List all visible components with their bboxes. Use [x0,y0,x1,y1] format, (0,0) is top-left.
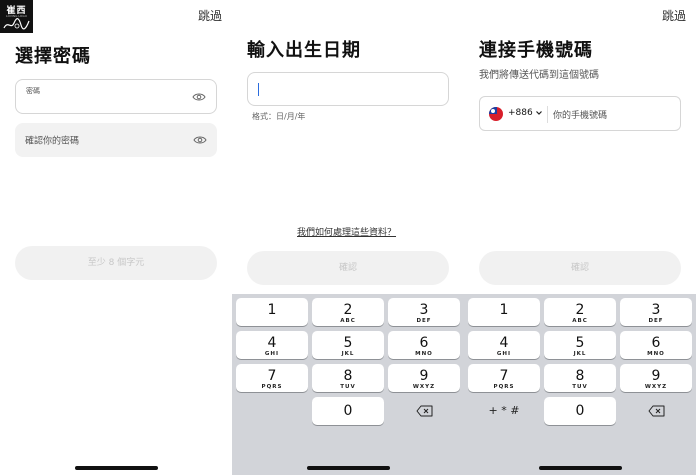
key-9[interactable]: 9 WXYZ [388,364,460,392]
page-subtitle: 我們將傳送代碼到這個號碼 [479,70,599,81]
taiwan-flag-icon[interactable] [489,107,503,121]
key-5[interactable]: 5 JKL [544,331,616,359]
text-cursor [258,83,259,96]
key-8[interactable]: 8 TUV [544,364,616,392]
key-1[interactable]: 1 [236,298,308,326]
app-logo: 崔西 LOVING LOGO [0,0,33,33]
key-5[interactable]: 5 JKL [312,331,384,359]
skip-button[interactable]: 跳過 [662,7,686,24]
key-0[interactable]: 0 [544,397,616,425]
key-3[interactable]: 3 DEF [620,298,692,326]
confirm-password-placeholder: 確認你的密碼 [25,136,80,147]
choose-password-screen: 崔西 LOVING LOGO 跳過 選擇密碼 密碼 確認你的密碼 至少 8 個字… [0,0,232,475]
key-2[interactable]: 2 ABC [544,298,616,326]
birthdate-screen: 輸入出生日期 格式：日/月/年 我們如何處理這些資料？ 確認 1 2 ABC 3D… [232,0,464,475]
page-title: 連接手機號碼 [479,40,593,61]
key-8[interactable]: 8 TUV [312,364,384,392]
key-6[interactable]: 6 MNO [620,331,692,359]
key-2[interactable]: 2 ABC [312,298,384,326]
backspace-icon[interactable] [416,405,433,417]
confirm-password-input[interactable]: 確認你的密碼 [15,123,217,157]
key-3[interactable]: 3 DEF [388,298,460,326]
home-indicator [539,466,622,470]
chevron-down-icon[interactable] [535,109,543,117]
phone-confirm-button[interactable]: 確認 [479,251,681,285]
date-format-hint: 格式：日/月/年 [252,112,306,121]
password-submit-button[interactable]: 至少 8 個字元 [15,246,217,280]
backspace-icon[interactable] [648,405,665,417]
privacy-info-link[interactable]: 我們如何處理這些資料？ [297,225,396,238]
birthdate-confirm-button[interactable]: 確認 [247,251,449,285]
home-indicator [75,466,158,470]
key-symbols[interactable]: + * # [468,404,540,417]
logo-signature-icon [3,18,30,30]
country-code-selector[interactable]: +886 [508,108,533,118]
show-password-eye-icon[interactable] [192,92,206,102]
numeric-keypad: 1 2 ABC 3 DEF 4 GHI 5 JKL 6 MNO 7 PQRS 8 TUV 9W… [232,294,464,475]
show-confirm-password-eye-icon[interactable] [193,135,207,145]
field-divider [547,106,548,123]
birthdate-input[interactable] [247,72,449,106]
password-label: 密碼 [26,87,40,95]
key-7[interactable]: 7 PQRS [468,364,540,392]
page-title: 選擇密碼 [15,46,91,67]
key-4[interactable]: 4 GHI [236,331,308,359]
key-1[interactable]: 1 [468,298,540,326]
home-indicator [307,466,390,470]
phone-input-placeholder[interactable]: 你的手機號碼 [553,108,607,121]
phone-number-screen: 跳過 連接手機號碼 我們將傳送代碼到這個號碼 +886 你的手機號碼 確認 1 … [464,0,696,475]
phone-number-field[interactable]: +886 你的手機號碼 [479,96,681,131]
skip-button[interactable]: 跳過 [198,7,222,24]
key-7[interactable]: 7 PQRS [236,364,308,392]
key-6[interactable]: 6 MNO [388,331,460,359]
key-4[interactable]: 4 GHI [468,331,540,359]
key-0[interactable]: 0 [312,397,384,425]
page-title: 輸入出生日期 [247,40,361,61]
numeric-keypad: 1 2 ABC 3 DEF 4 GHI 5 JKL 6 MNO 7 PQRS 8 TUV 9W… [464,294,696,475]
key-9[interactable]: 9 WXYZ [620,364,692,392]
password-input[interactable]: 密碼 [15,79,217,114]
